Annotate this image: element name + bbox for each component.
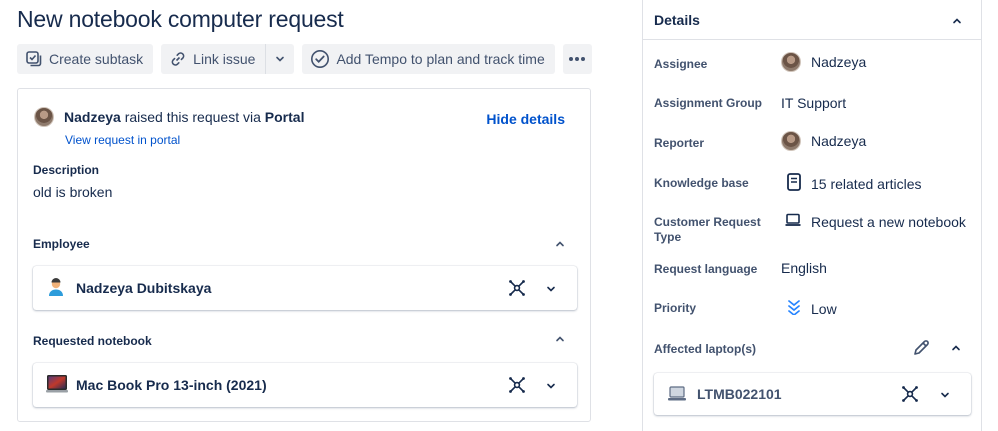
reporter-label: Reporter — [654, 136, 705, 150]
macbook-icon — [46, 374, 68, 399]
description-label: Description — [33, 163, 100, 177]
assignee-value: Nadzeya — [811, 54, 867, 70]
priority-value: Low — [811, 300, 837, 317]
priority-field[interactable]: Low — [781, 299, 837, 318]
reporter-value: Nadzeya — [811, 133, 867, 149]
notebook-asset-card[interactable]: Mac Book Pro 13-inch (2021) — [33, 363, 577, 407]
hide-details-link[interactable]: Hide details — [486, 111, 565, 127]
edit-pencil-icon[interactable] — [912, 339, 930, 362]
more-actions-button[interactable] — [562, 44, 592, 74]
laptop-icon — [785, 213, 801, 230]
person-icon — [46, 277, 66, 302]
relations-graph-icon[interactable] — [508, 376, 526, 399]
knowledge-base-value: 15 related articles — [811, 175, 922, 192]
chevron-up-icon[interactable] — [951, 14, 963, 32]
customer-request-type-label: Customer Request Type — [654, 215, 761, 244]
link-issue-dropdown-button[interactable] — [265, 44, 295, 74]
chevron-down-icon — [274, 53, 286, 65]
page-title: New notebook computer request — [17, 6, 344, 32]
chevron-up-icon — [554, 237, 566, 254]
customer-request-type-field[interactable]: Request a new notebook — [781, 213, 966, 230]
raiser-name[interactable]: Nadzeya — [64, 109, 121, 125]
create-subtask-label: Create subtask — [49, 51, 144, 67]
assignment-group-label: Assignment Group — [654, 96, 763, 110]
book-icon — [787, 173, 801, 194]
assignment-group-field[interactable]: IT Support — [781, 95, 846, 111]
tempo-button[interactable]: Add Tempo to plan and track time — [302, 44, 555, 74]
details-panel: Details Assignee Nadzeya Assignment Grou… — [643, 0, 982, 431]
more-icon — [568, 56, 586, 62]
raised-by-row: Nadzeya raised this request via Portal — [34, 107, 304, 127]
chevron-down-icon[interactable] — [939, 388, 951, 406]
details-header[interactable]: Details — [643, 0, 981, 40]
notebook-name: Mac Book Pro 13-inch (2021) — [76, 377, 267, 393]
avatar — [781, 131, 801, 151]
employee-section-label: Employee — [33, 237, 90, 251]
link-issue-split: Link issue — [161, 44, 295, 74]
link-issue-label: Link issue — [193, 51, 256, 67]
request-language-value: English — [781, 260, 827, 276]
assignment-group-value: IT Support — [781, 95, 847, 111]
link-icon — [169, 50, 187, 68]
laptop-icon — [668, 386, 686, 407]
laptop-name: LTMB022101 — [697, 386, 782, 402]
avatar — [781, 52, 801, 72]
assignee-field[interactable]: Nadzeya — [781, 52, 866, 72]
relations-graph-icon[interactable] — [508, 279, 526, 302]
avatar — [34, 107, 54, 127]
employee-name: Nadzeya Dubitskaya — [76, 280, 212, 296]
reporter-field[interactable]: Nadzeya — [781, 131, 866, 151]
description-text: old is broken — [33, 184, 113, 200]
customer-request-type-value: Request a new notebook — [811, 213, 966, 230]
view-request-in-portal-link[interactable]: View request in portal — [65, 133, 180, 147]
chevron-up-icon — [554, 332, 566, 349]
request-language-field[interactable]: English — [781, 260, 827, 276]
relations-graph-icon[interactable] — [901, 385, 919, 408]
chevron-down-icon[interactable] — [545, 282, 557, 300]
priority-label: Priority — [654, 301, 697, 315]
notebook-collapse-toggle[interactable] — [554, 332, 566, 350]
raised-text: raised this request via — [124, 109, 261, 125]
link-issue-button[interactable]: Link issue — [161, 44, 266, 74]
laptop-asset-card[interactable]: LTMB022101 — [654, 373, 971, 415]
tempo-label: Add Tempo to plan and track time — [336, 51, 545, 67]
chevron-down-icon[interactable] — [545, 379, 557, 397]
notebook-section-label: Requested notebook — [33, 334, 152, 348]
create-subtask-button[interactable]: Create subtask — [17, 44, 154, 74]
assignee-label: Assignee — [654, 57, 708, 71]
details-title: Details — [654, 12, 700, 28]
subtask-icon — [25, 50, 43, 68]
knowledge-base-field[interactable]: 15 related articles — [781, 173, 922, 194]
knowledge-base-label: Knowledge base — [654, 176, 749, 190]
affected-laptops-label: Affected laptop(s) — [654, 342, 756, 356]
employee-asset-card[interactable]: Nadzeya Dubitskaya — [33, 266, 577, 310]
affected-laptops-collapse-toggle[interactable] — [950, 341, 962, 359]
employee-collapse-toggle[interactable] — [554, 237, 566, 255]
request-language-label: Request language — [654, 262, 758, 276]
priority-low-icon — [787, 299, 801, 318]
channel-name: Portal — [264, 109, 305, 125]
tempo-check-icon — [310, 49, 330, 69]
request-details-card: Nadzeya raised this request via Portal H… — [17, 88, 591, 422]
issue-toolbar: Create subtask Link issue Add Tempo to p… — [17, 44, 592, 74]
